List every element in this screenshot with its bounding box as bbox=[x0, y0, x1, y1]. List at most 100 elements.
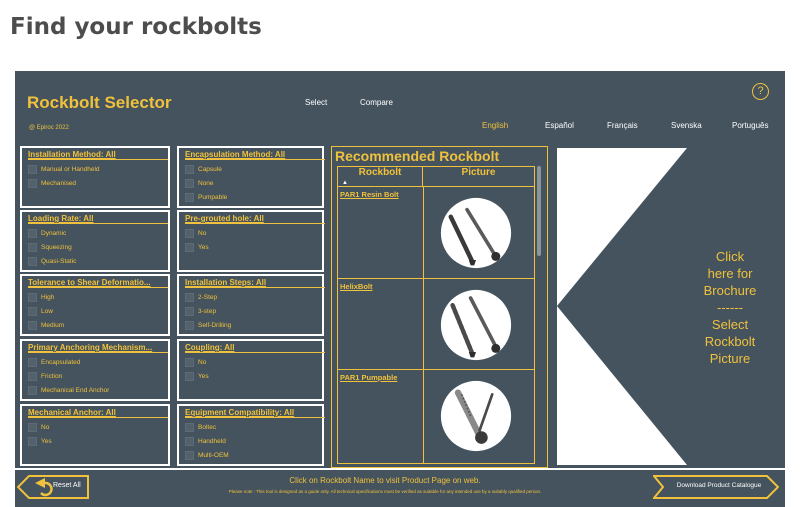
checkbox[interactable] bbox=[28, 179, 37, 188]
filter-option[interactable]: Yes bbox=[185, 372, 322, 381]
column-header-rockbolt[interactable]: Rockbolt bbox=[338, 167, 423, 187]
option-label: 2-Step bbox=[198, 294, 218, 301]
checkbox[interactable] bbox=[185, 229, 194, 238]
option-label: Encapsulated bbox=[41, 359, 81, 366]
filter-title[interactable]: Encapsulation Method: All bbox=[185, 150, 325, 160]
filter-option[interactable]: Medium bbox=[28, 321, 168, 330]
filter-option[interactable]: Squeezing bbox=[28, 243, 168, 252]
filter-option[interactable]: Yes bbox=[28, 437, 168, 446]
rockbolt-link[interactable]: HelixBolt bbox=[340, 282, 373, 291]
filter-title[interactable]: Mechanical Anchor: All bbox=[28, 408, 168, 418]
scrollbar[interactable] bbox=[537, 166, 541, 256]
lang-portugues[interactable]: Português bbox=[732, 121, 768, 130]
filter-title[interactable]: Installation Method: All bbox=[28, 150, 168, 160]
reset-all-label[interactable]: Reset All bbox=[53, 482, 81, 489]
footer-bar: Reset All Click on Rockbolt Name to visi… bbox=[15, 468, 785, 507]
helix-bolt-picture[interactable] bbox=[440, 289, 512, 361]
checkbox[interactable] bbox=[185, 165, 194, 174]
checkbox[interactable] bbox=[185, 307, 194, 316]
filter-option[interactable]: No bbox=[185, 229, 322, 238]
checkbox[interactable] bbox=[185, 321, 194, 330]
nav-select-tab[interactable]: Select bbox=[305, 98, 327, 107]
checkbox[interactable] bbox=[28, 243, 37, 252]
filter-option[interactable]: Boltec bbox=[185, 423, 322, 432]
checkbox[interactable] bbox=[185, 293, 194, 302]
resin-bolt-picture[interactable] bbox=[440, 197, 512, 269]
checkbox[interactable] bbox=[28, 293, 37, 302]
checkbox[interactable] bbox=[28, 358, 37, 367]
checkbox[interactable] bbox=[28, 423, 37, 432]
filter-option[interactable]: Low bbox=[28, 307, 168, 316]
filter-shear-tolerance: Tolerance to Shear Deformatio... High Lo… bbox=[20, 274, 170, 336]
filter-option[interactable]: Mechanical End Anchor bbox=[28, 386, 168, 395]
rockbolt-link[interactable]: PAR1 Resin Bolt bbox=[340, 190, 399, 199]
download-catalogue-label[interactable]: Download Product Catalogue bbox=[667, 482, 771, 489]
help-icon[interactable]: ? bbox=[752, 83, 769, 100]
filter-loading-rate: Loading Rate: All Dynamic Squeezing Quas… bbox=[20, 210, 170, 272]
lang-espanol[interactable]: Español bbox=[545, 121, 574, 130]
filter-title[interactable]: Installation Steps: All bbox=[185, 278, 325, 288]
checkbox[interactable] bbox=[28, 165, 37, 174]
checkbox[interactable] bbox=[185, 437, 194, 446]
checkbox[interactable] bbox=[28, 257, 37, 266]
option-label: Pumpable bbox=[198, 194, 228, 201]
checkbox[interactable] bbox=[185, 451, 194, 460]
row-divider bbox=[423, 370, 424, 463]
row-divider bbox=[423, 279, 424, 369]
checkbox[interactable] bbox=[185, 179, 194, 188]
filter-option[interactable]: No bbox=[185, 358, 322, 367]
filter-option[interactable]: Self-Drilling bbox=[185, 321, 322, 330]
option-label: Dynamic bbox=[41, 230, 67, 237]
rockbolt-link[interactable]: PAR1 Pumpable bbox=[340, 373, 397, 382]
caret-up-icon[interactable]: ▲ bbox=[342, 180, 348, 186]
filter-title[interactable]: Primary Anchoring Mechanism... bbox=[28, 343, 168, 353]
option-label: Multi-OEM bbox=[198, 452, 229, 459]
checkbox[interactable] bbox=[185, 243, 194, 252]
filter-title[interactable]: Coupling: All bbox=[185, 343, 325, 353]
lang-francais[interactable]: Français bbox=[607, 121, 638, 130]
pumpable-bolt-picture[interactable] bbox=[440, 380, 512, 452]
filter-option[interactable]: 3-step bbox=[185, 307, 322, 316]
filter-option[interactable]: No bbox=[28, 423, 168, 432]
checkbox[interactable] bbox=[28, 386, 37, 395]
checkbox[interactable] bbox=[28, 229, 37, 238]
checkbox[interactable] bbox=[28, 307, 37, 316]
filter-pre-grouted-hole: Pre-grouted hole: All No Yes bbox=[177, 210, 325, 272]
checkbox[interactable] bbox=[28, 437, 37, 446]
filter-option[interactable]: Quasi-Static bbox=[28, 257, 168, 266]
filter-installation-method: Installation Method: All Manual or Handh… bbox=[20, 146, 170, 208]
footer-disclaimer: Please note : This tool is designed as a… bbox=[228, 489, 542, 494]
filter-option[interactable]: 2-Step bbox=[185, 293, 322, 302]
filter-equipment-compatibility: Equipment Compatibility: All Boltec Hand… bbox=[177, 404, 325, 466]
filter-option[interactable]: Friction bbox=[28, 372, 168, 381]
checkbox[interactable] bbox=[28, 372, 37, 381]
lang-english[interactable]: English bbox=[482, 121, 508, 130]
filter-option[interactable]: Pumpable bbox=[185, 193, 322, 202]
filter-option[interactable]: Encapsulated bbox=[28, 358, 168, 367]
option-label: Capsule bbox=[198, 166, 222, 173]
checkbox[interactable] bbox=[185, 372, 194, 381]
filter-title[interactable]: Tolerance to Shear Deformatio... bbox=[28, 278, 168, 288]
checkbox[interactable] bbox=[185, 193, 194, 202]
recommended-title: Recommended Rockbolt bbox=[335, 148, 500, 164]
checkbox[interactable] bbox=[28, 321, 37, 330]
filter-title[interactable]: Equipment Compatibility: All bbox=[185, 408, 325, 418]
filter-option[interactable]: Capsule bbox=[185, 165, 322, 174]
checkbox[interactable] bbox=[185, 358, 194, 367]
app-title: Rockbolt Selector bbox=[27, 93, 172, 112]
filter-title[interactable]: Loading Rate: All bbox=[28, 214, 168, 224]
filter-option[interactable]: Dynamic bbox=[28, 229, 168, 238]
filter-title[interactable]: Pre-grouted hole: All bbox=[185, 214, 325, 224]
option-label: Handheld bbox=[198, 438, 226, 445]
filter-option[interactable]: Handheld bbox=[185, 437, 322, 446]
filter-option[interactable]: Mechanised bbox=[28, 179, 168, 188]
filter-option[interactable]: Yes bbox=[185, 243, 322, 252]
nav-compare-tab[interactable]: Compare bbox=[360, 98, 393, 107]
filter-option[interactable]: Manual or Handheld bbox=[28, 165, 168, 174]
checkbox[interactable] bbox=[185, 423, 194, 432]
filter-option[interactable]: Multi-OEM bbox=[185, 451, 322, 460]
filter-option[interactable]: None bbox=[185, 179, 322, 188]
brochure-panel[interactable]: Click here for Brochure ------ Select Ro… bbox=[557, 148, 785, 465]
filter-option[interactable]: High bbox=[28, 293, 168, 302]
lang-svenska[interactable]: Svenska bbox=[671, 121, 702, 130]
